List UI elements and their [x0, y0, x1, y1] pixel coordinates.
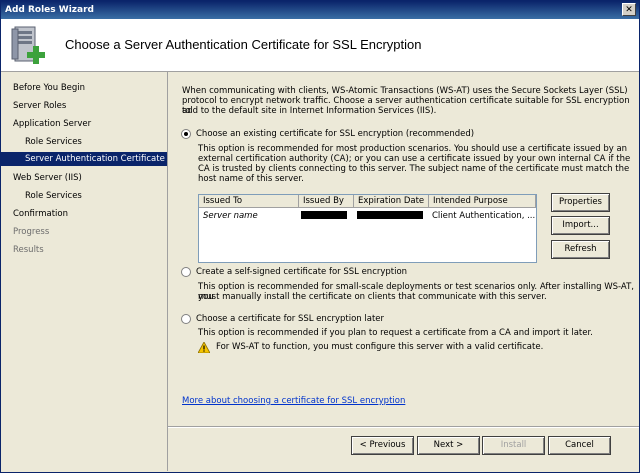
sidebar-item-server-roles[interactable]: Server Roles — [13, 101, 66, 111]
option-self-signed-desc-2: must manually install the certificate on… — [198, 292, 547, 302]
column-header-issued-to[interactable]: Issued To — [199, 195, 299, 208]
cancel-button[interactable]: Cancel — [548, 436, 611, 455]
sidebar-item-web-server-iis[interactable]: Web Server (IIS) — [13, 173, 82, 183]
sidebar-item-role-services[interactable]: Role Services — [25, 137, 82, 147]
option-self-signed-radio[interactable] — [181, 267, 191, 277]
intro-line-3: add to the default site in Internet Info… — [182, 106, 437, 116]
add-roles-wizard-window: Add Roles Wizard ✕ Choose a Server Authe… — [0, 0, 640, 473]
title-bar: Add Roles Wizard ✕ — [1, 1, 639, 19]
wizard-content: When communicating with clients, WS-Atom… — [168, 72, 639, 471]
wizard-header: Choose a Server Authentication Certifica… — [1, 19, 639, 72]
previous-button[interactable]: < Previous — [351, 436, 414, 455]
option-existing-label[interactable]: Choose an existing certificate for SSL e… — [196, 129, 474, 139]
next-button[interactable]: Next > — [417, 436, 480, 455]
window-title: Add Roles Wizard — [5, 5, 94, 15]
page-title: Choose a Server Authentication Certifica… — [65, 37, 422, 52]
cell-issued-to[interactable]: Server name — [203, 211, 258, 221]
sidebar-item-before-you-begin[interactable]: Before You Begin — [13, 83, 85, 93]
close-button[interactable]: ✕ — [622, 3, 636, 16]
intro-line-1: When communicating with clients, WS-Atom… — [182, 86, 628, 96]
option-existing-radio[interactable] — [181, 129, 191, 139]
option-self-signed-label[interactable]: Create a self-signed certificate for SSL… — [196, 267, 407, 277]
sidebar-item-application-server[interactable]: Application Server — [13, 119, 91, 129]
cell-issued-by-redacted — [301, 211, 347, 219]
option-existing-desc-4: host name of this server. — [198, 174, 304, 184]
import-button[interactable]: Import... — [551, 216, 610, 235]
server-add-icon — [11, 26, 45, 64]
option-later-label[interactable]: Choose a certificate for SSL encryption … — [196, 314, 384, 324]
more-info-link[interactable]: More about choosing a certificate for SS… — [182, 396, 405, 406]
warning-text: For WS-AT to function, you must configur… — [216, 342, 544, 352]
refresh-button[interactable]: Refresh — [551, 240, 610, 259]
option-existing-desc-1: This option is recommended for most prod… — [198, 144, 628, 154]
properties-button[interactable]: Properties — [551, 193, 610, 212]
option-existing-desc-2: external certification authority (CA); o… — [198, 154, 631, 164]
sidebar-item-confirmation[interactable]: Confirmation — [13, 209, 68, 219]
option-later-radio[interactable] — [181, 314, 191, 324]
option-existing-desc-3: CA is trusted by clients connecting to t… — [198, 164, 630, 174]
certificate-list[interactable]: Issued To Issued By Expiration Date Inte… — [198, 194, 537, 263]
sidebar-item-web-role-services[interactable]: Role Services — [25, 191, 82, 201]
footer-divider — [168, 426, 639, 428]
install-button: Install — [482, 436, 545, 455]
sidebar-item-server-authentication-certificate[interactable]: Server Authentication Certificate — [1, 152, 167, 166]
column-header-intended-purpose[interactable]: Intended Purpose — [429, 195, 536, 208]
column-header-expiration-date[interactable]: Expiration Date — [354, 195, 429, 208]
option-later-desc: This option is recommended if you plan t… — [198, 328, 593, 338]
column-header-issued-by[interactable]: Issued By — [299, 195, 354, 208]
warning-icon — [198, 342, 210, 353]
cell-expiration-redacted — [357, 211, 423, 219]
wizard-sidebar: Before You Begin Server Roles Applicatio… — [1, 72, 168, 471]
cell-intended-purpose[interactable]: Client Authentication, ... — [432, 211, 535, 221]
sidebar-item-results: Results — [13, 245, 44, 255]
sidebar-item-progress: Progress — [13, 227, 50, 237]
